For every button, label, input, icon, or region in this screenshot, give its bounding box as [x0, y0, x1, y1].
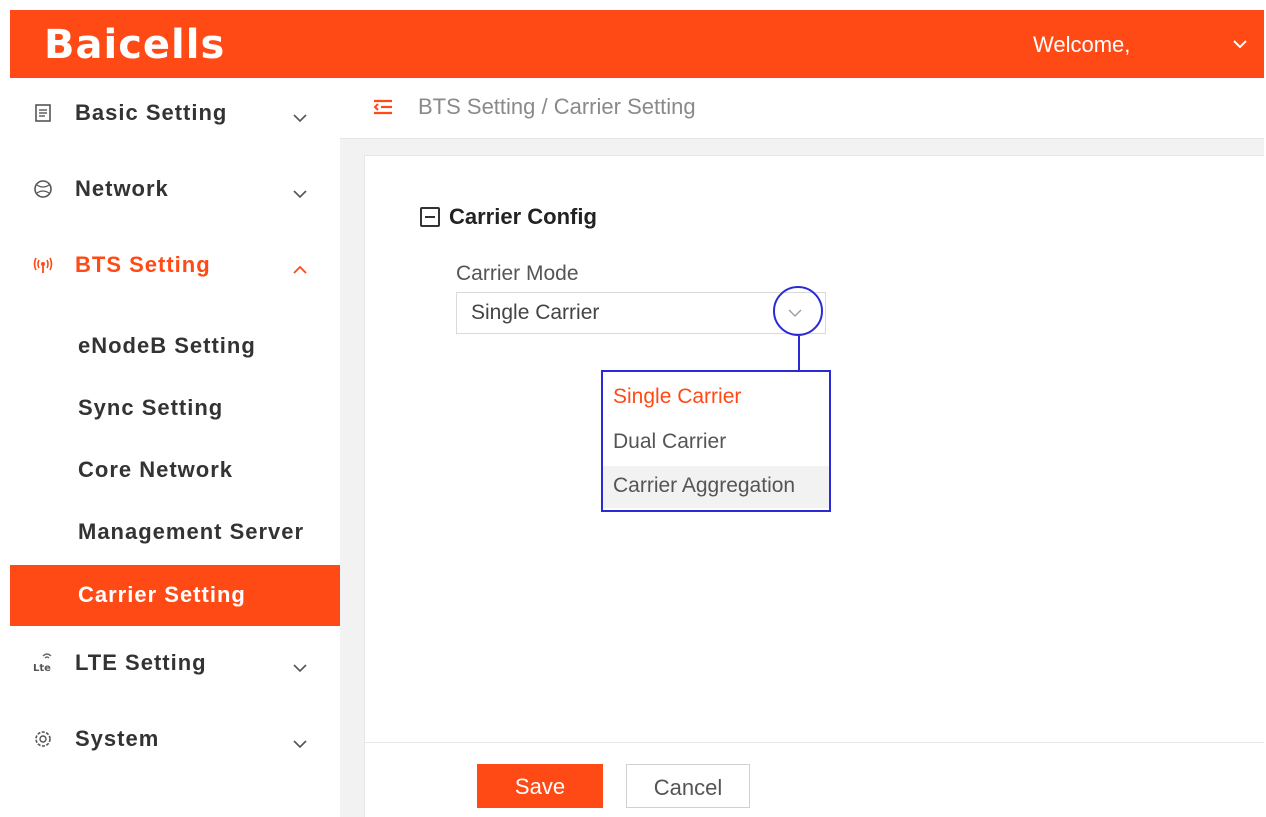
sidebar-item-label: LTE Setting [75, 650, 207, 675]
sidebar-item-basic-setting[interactable]: Basic Setting [10, 86, 340, 142]
sidebar-subitem-label: Core Network [78, 457, 234, 482]
chevron-down-icon [293, 664, 307, 673]
document-icon [35, 104, 51, 122]
option-label: Dual Carrier [613, 430, 727, 453]
save-button-label: Save [514, 774, 566, 799]
sidebar-subitem-management-server[interactable]: Management Server [10, 507, 340, 559]
sidebar-subitem-enodeb-setting[interactable]: eNodeB Setting [10, 321, 340, 373]
section-title: Carrier Config [449, 204, 597, 229]
sidebar-item-network[interactable]: Network [10, 162, 340, 218]
carrier-mode-value: Single Carrier [471, 301, 600, 324]
breadcrumb-bar: BTS Setting / Carrier Setting [340, 78, 1264, 139]
save-button[interactable]: Save [477, 764, 603, 808]
annotation-callout-line [798, 336, 800, 370]
sidebar-subitem-carrier-setting[interactable]: Carrier Setting [10, 565, 340, 626]
top-bar: Baicells Welcome, [10, 10, 1264, 78]
sidebar-item-system[interactable]: System [10, 712, 340, 768]
chevron-down-icon[interactable] [1232, 36, 1248, 52]
chevron-up-icon [293, 265, 307, 274]
sidebar-item-label: BTS Setting [75, 252, 211, 277]
sidebar-subitem-label: eNodeB Setting [78, 333, 256, 358]
globe-icon [34, 180, 52, 198]
sidebar: Basic Setting Network BTS Setting eNodeB… [10, 78, 340, 817]
baicells-logo: Baicells [44, 22, 226, 68]
carrier-mode-dropdown: Single Carrier Dual Carrier Carrier Aggr… [601, 370, 831, 512]
sidebar-subitem-sync-setting[interactable]: Sync Setting [10, 383, 340, 435]
collapse-icon[interactable] [420, 207, 440, 227]
gear-icon [35, 731, 51, 747]
antenna-icon [33, 257, 53, 273]
option-label: Single Carrier [613, 385, 742, 408]
app-frame: Baicells Welcome, Basic Setting Network … [10, 10, 1264, 817]
welcome-text[interactable]: Welcome, [1033, 32, 1130, 58]
carrier-mode-label: Carrier Mode [456, 262, 579, 285]
sidebar-subitem-label: Sync Setting [78, 395, 224, 420]
sidebar-item-lte-setting[interactable]: Lte LTE Setting [10, 636, 340, 692]
chevron-down-icon [293, 740, 307, 749]
cancel-button[interactable]: Cancel [626, 764, 750, 808]
chevron-down-icon [293, 114, 307, 123]
svg-text:Lte: Lte [33, 663, 51, 674]
annotation-circle [773, 286, 823, 336]
dropdown-option-dual-carrier[interactable]: Dual Carrier [603, 422, 829, 464]
lte-icon: Lte [33, 653, 52, 674]
sidebar-subitem-label: Carrier Setting [78, 582, 246, 607]
sidebar-subitem-core-network[interactable]: Core Network [10, 445, 340, 497]
sidebar-item-label: System [75, 726, 160, 751]
sidebar-subitem-label: Management Server [78, 519, 305, 544]
section-header[interactable]: Carrier Config [420, 204, 597, 230]
sidebar-item-label: Basic Setting [75, 100, 228, 125]
menu-collapse-icon[interactable] [372, 98, 394, 116]
dropdown-option-single-carrier[interactable]: Single Carrier [603, 377, 829, 419]
option-label: Carrier Aggregation [613, 474, 796, 497]
carrier-mode-select[interactable]: Single Carrier [456, 292, 826, 334]
sidebar-item-label: Network [75, 176, 169, 201]
carrier-config-card: Carrier Config Carrier Mode Single Carri… [364, 155, 1264, 817]
cancel-button-label: Cancel [653, 775, 723, 800]
sidebar-item-bts-setting[interactable]: BTS Setting [10, 238, 340, 294]
breadcrumb: BTS Setting / Carrier Setting [418, 94, 696, 119]
dropdown-option-carrier-aggregation[interactable]: Carrier Aggregation [603, 466, 829, 508]
chevron-down-icon [293, 190, 307, 199]
footer-divider [365, 742, 1264, 743]
